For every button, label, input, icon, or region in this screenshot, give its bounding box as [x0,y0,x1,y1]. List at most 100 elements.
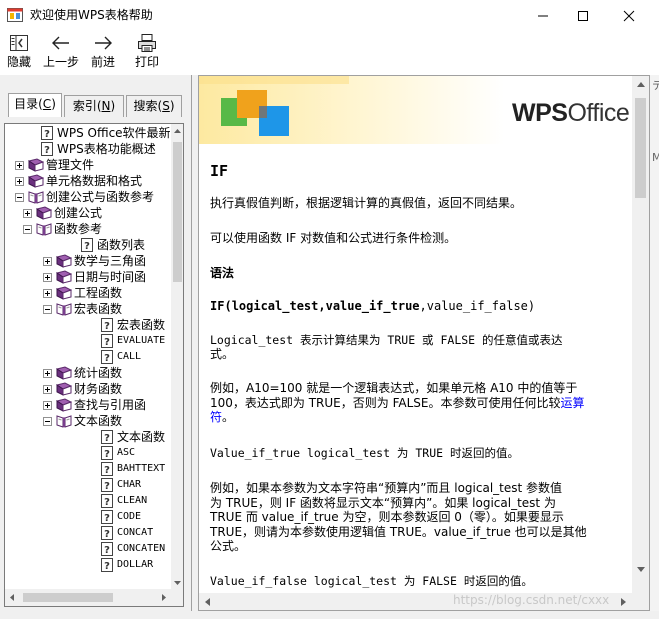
collapse-icon[interactable] [23,224,32,234]
topic-scroll-down-button[interactable] [632,561,649,578]
maximize-button[interactable] [560,0,606,31]
expand-icon[interactable] [43,272,52,282]
expand-icon[interactable] [43,400,52,410]
closed-book-icon [35,206,53,220]
tree-hscroll-thumb[interactable] [23,593,113,602]
tab-contents-label: 目录( [14,97,43,111]
tree-item[interactable]: ? CONCATEN [99,541,165,557]
collapse-icon[interactable] [43,416,52,426]
chevron-up-icon [174,128,181,133]
tree-item[interactable]: 日期与时间函 [43,269,146,285]
arrow-left-icon [52,36,69,50]
back-label: 上一步 [42,55,79,69]
print-button[interactable]: 打印 [132,33,162,75]
back-button[interactable]: 上一步 [41,33,81,75]
topic-vertical-scrollbar[interactable] [632,76,649,593]
tab-search[interactable]: 搜索(S) [126,95,182,117]
help-page-icon: ? [99,350,115,364]
expand-icon[interactable] [43,256,52,266]
help-page-icon: ? [39,126,55,140]
topic-scroll-corner [632,593,649,610]
tree-item[interactable]: ? CODE [99,509,141,525]
forward-button[interactable]: 前进 [88,33,118,75]
expand-icon[interactable] [43,384,52,394]
topic-scroll-thumb[interactable] [635,98,646,198]
tab-contents[interactable]: 目录(C) [8,93,62,117]
tree-item[interactable]: 管理文件 [15,157,94,173]
tree-item[interactable]: 工程函数 [43,285,122,301]
scroll-left-button[interactable] [5,589,19,606]
expand-icon[interactable] [43,288,52,298]
svg-text:?: ? [104,481,110,492]
tree-item[interactable]: ? CONCAT [99,525,153,541]
tree-item-label: 宏表函数 [117,318,166,332]
intro-paragraph-2: 可以使用函数 IF 对数值和公式进行条件检测。 [210,231,457,245]
tree-item[interactable]: 文本函数 [43,413,122,429]
example-2-line4: TRUE，则请为本参数使用逻辑值 TRUE。value_if_true 也可以是… [210,525,587,539]
scroll-down-button[interactable] [171,576,183,589]
closed-book-icon [27,158,45,172]
param-value-if-true: Value_if_true logical_test 为 TRUE 时返回的值。 [210,446,519,460]
expand-icon[interactable] [15,176,24,186]
tree-item[interactable]: 数学与三角函 [43,253,146,269]
minimize-icon [538,15,548,16]
scroll-up-button[interactable] [171,124,183,137]
hide-label: 隐藏 [6,55,31,69]
syntax-args-bold: logical_test,value_if_true [231,299,420,313]
tree-item[interactable]: 创建公式与函数参考 [15,189,154,205]
topic-scroll-left-button[interactable] [199,593,216,610]
hide-pane-icon [10,35,28,51]
tree-item[interactable]: ? BAHTTEXT [99,461,165,477]
help-page-icon: ? [99,334,115,348]
svg-text:?: ? [104,337,110,348]
tree-vertical-scrollbar[interactable] [171,124,183,589]
tree-item[interactable]: 函数参考 [23,221,102,237]
bottom-edge [0,611,659,619]
tree-item[interactable]: ? EVALUATE [99,333,165,349]
tree-scroll-thumb[interactable] [173,142,182,282]
tree-item-label: CODE [117,511,142,522]
topic-scroll-up-button[interactable] [632,76,649,93]
tree-item[interactable]: ? CALL [99,349,141,365]
tree-horizontal-scrollbar[interactable] [5,589,171,606]
tree-item[interactable]: ? 宏表函数 [99,317,165,333]
scroll-right-button[interactable] [157,589,171,606]
expand-icon[interactable] [23,208,32,218]
tree-item-label: 查找与引用函 [74,398,147,412]
tree-item-label: EVALUATE [117,335,166,346]
topic-scroll-right-button[interactable] [615,593,632,610]
tree-item[interactable]: ? CLEAN [99,493,147,509]
collapse-icon[interactable] [15,192,24,202]
tree-item[interactable]: 单元格数据和格式 [15,173,142,189]
tree-item[interactable]: ? ASC [99,445,135,461]
tab-search-end: ) [169,99,175,113]
close-icon [623,10,635,21]
hide-button[interactable]: 隐藏 [4,33,34,75]
tree-item[interactable]: 统计函数 [43,365,122,381]
operator-link[interactable]: 运算 [560,396,584,410]
operator-link-cont[interactable]: 符 [210,410,222,424]
help-page-icon: ? [99,542,115,556]
tree-item[interactable]: 宏表函数 [43,301,122,317]
tree-item[interactable]: ? WPS表格功能概述 [39,141,156,157]
tree-item[interactable]: 创建公式 [23,205,102,221]
expand-icon[interactable] [15,160,24,170]
maximize-icon [578,10,588,21]
tree-item[interactable]: ? DOLLAR [99,557,153,573]
tree-item[interactable]: 财务函数 [43,381,122,397]
close-button[interactable] [606,0,652,31]
svg-text:?: ? [104,497,110,508]
tab-index-end: ) [110,99,116,113]
tree-item-label: 工程函数 [74,286,123,300]
collapse-icon[interactable] [43,304,52,314]
help-page-icon: ? [99,318,115,332]
expand-icon[interactable] [43,368,52,378]
tree-item[interactable]: ? 文本函数 [99,429,165,445]
tree-item[interactable]: ? WPS Office软件最新 [39,125,171,141]
topic-heading: IF [210,162,229,180]
edge-mark-1: テ [652,79,659,92]
tree-item[interactable]: ? 函数列表 [79,237,145,253]
tree-item[interactable]: 查找与引用函 [43,397,146,413]
tree-item[interactable]: ? CHAR [99,477,141,493]
tab-index[interactable]: 索引(N) [64,95,124,117]
